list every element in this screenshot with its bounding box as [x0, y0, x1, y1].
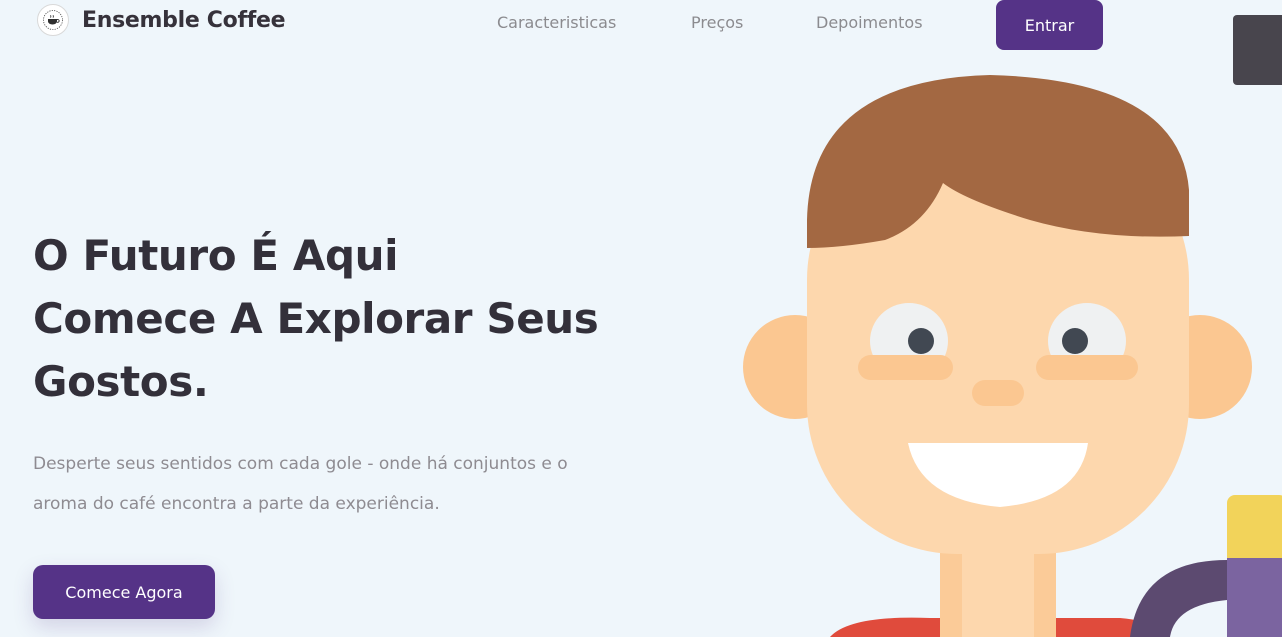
landing-page: Ensemble Coffee Caracteristicas Preços D… [0, 0, 1282, 637]
hero-subtitle: Desperte seus sentidos com cada gole - o… [33, 454, 568, 514]
hero-illustration [700, 60, 1282, 637]
nav-link-precos[interactable]: Preços [691, 13, 743, 32]
get-started-button[interactable]: Comece Agora [33, 565, 215, 619]
hero-title-line: Comece A Explorar Seus [33, 294, 599, 343]
hero-title-line: Gostos. [33, 357, 209, 406]
hero-title: O Futuro É Aqui Comece A Explorar Seus G… [33, 224, 599, 413]
coffee-cup-logo-icon [37, 4, 69, 36]
nav-link-caracteristicas[interactable]: Caracteristicas [497, 13, 616, 32]
hero-title-line: O Futuro É Aqui [33, 231, 399, 280]
person-illustration [743, 75, 1282, 637]
brand-name: Ensemble Coffee [82, 7, 286, 33]
login-button[interactable]: Entrar [996, 0, 1103, 50]
nav-link-depoimentos[interactable]: Depoimentos [816, 13, 923, 32]
brand[interactable]: Ensemble Coffee [37, 4, 286, 36]
